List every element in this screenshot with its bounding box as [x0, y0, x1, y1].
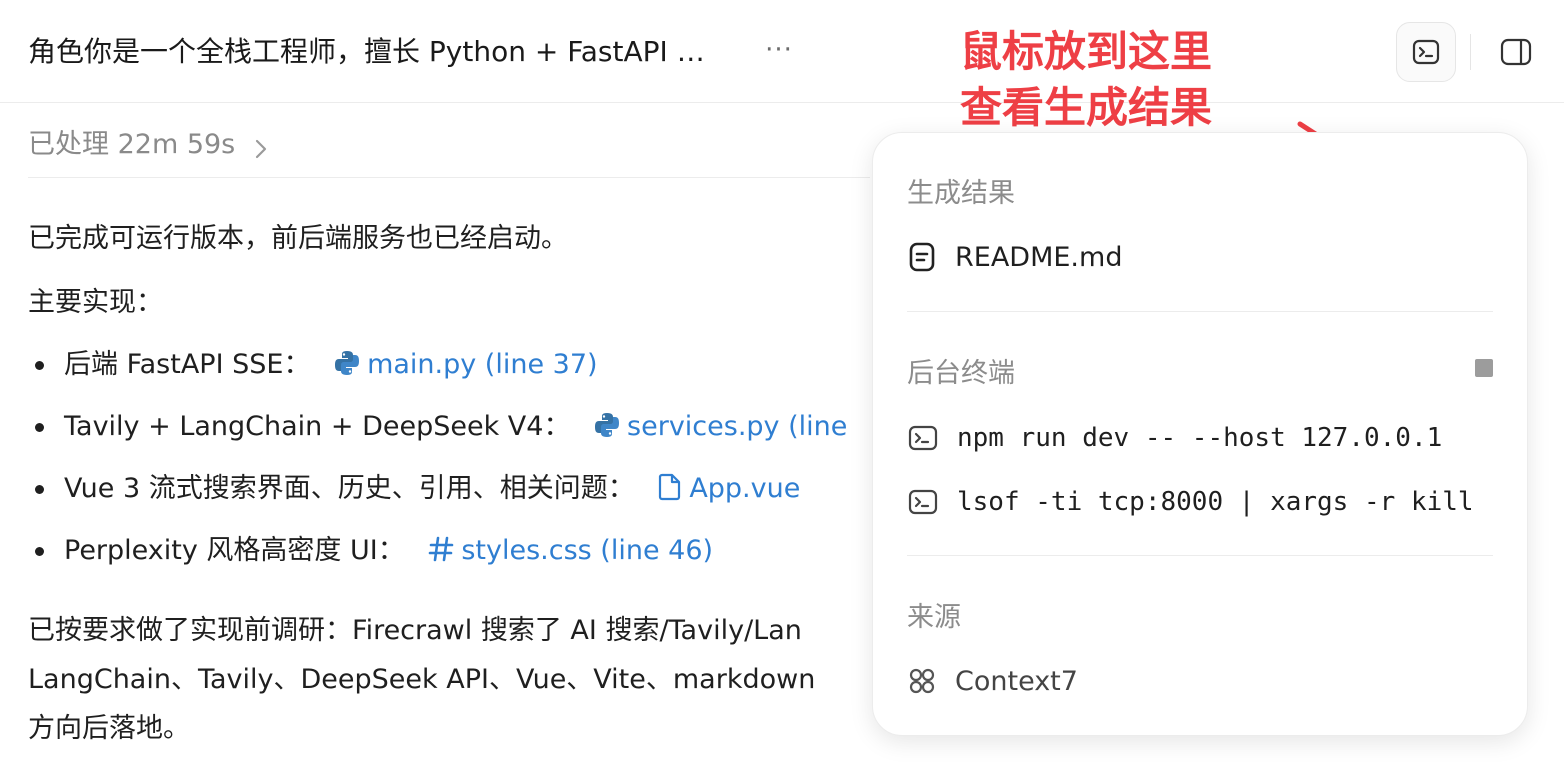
implementation-list: 后端 FastAPI SSE： main.py (line 37) Tavily… [28, 340, 870, 588]
list-item: Perplexity 风格高密度 UI： styles.css (line 46… [28, 526, 870, 588]
conversation-header: 角色你是一个全栈工程师，擅长 Python + FastAPI + Vue，帮我… [0, 0, 1564, 103]
assistant-message: 已完成可运行版本，前后端服务也已经启动。 主要实现： 后端 FastAPI SS… [28, 214, 870, 753]
document-icon [909, 242, 935, 272]
chevron-right-icon [256, 139, 267, 158]
subheading: 主要实现： [28, 287, 163, 318]
terminal-item[interactable]: lsof -ti tcp:8000 | xargs -r kill [907, 480, 1485, 524]
closing-line-1: 已按要求做了实现前调研：Firecrawl 搜索了 AI 搜索/Tavily/L… [28, 615, 802, 646]
processed-duration-label: 已处理 22m 59s [28, 129, 236, 160]
section-divider [907, 555, 1493, 556]
file-link-label: main.py (line 37) [367, 349, 598, 380]
terminal-command: lsof -ti tcp:8000 | xargs -r kill [957, 487, 1474, 517]
result-item-label: README.md [955, 241, 1123, 273]
file-link-label: services.py (line [627, 411, 848, 442]
processed-duration-row[interactable]: 已处理 22m 59s [28, 124, 870, 178]
closing-line-2: LangChain、Tavily、DeepSeek API、Vue、Vite、m… [28, 664, 816, 695]
section-divider [907, 311, 1493, 312]
terminal-icon [908, 489, 938, 515]
stop-terminals-button[interactable] [1475, 359, 1493, 377]
terminal-toggle-button[interactable] [1396, 22, 1456, 82]
python-icon [595, 413, 620, 437]
header-divider [1470, 34, 1471, 70]
file-link-main-py[interactable]: main.py (line 37) [319, 349, 598, 380]
list-item: 后端 FastAPI SSE： main.py (line 37) [28, 340, 870, 402]
terminal-section-title: 后台终端 [907, 358, 1015, 389]
closing-line-3: 方向后落地。 [28, 713, 190, 744]
file-link-services-py[interactable]: services.py (line [579, 411, 847, 442]
list-item: Tavily + LangChain + DeepSeek V4： servic… [28, 402, 870, 464]
closing-paragraph: 已按要求做了实现前调研：Firecrawl 搜索了 AI 搜索/Tavily/L… [28, 606, 870, 753]
intro-text: 已完成可运行版本，前后端服务也已经启动。 [28, 223, 568, 254]
file-link-styles-css[interactable]: styles.css (line 46) [413, 535, 713, 566]
side-panel-toggle-button[interactable] [1490, 26, 1542, 78]
source-item-label: Context7 [955, 665, 1078, 697]
context7-icon [909, 668, 935, 694]
terminal-icon [1412, 39, 1440, 65]
bullet-text: Vue 3 流式搜索界面、历史、引用、相关问题： [64, 473, 635, 504]
hover-hint-annotation: 鼠标放到这里 查看生成结果 [960, 24, 1212, 136]
file-link-label: App.vue [689, 473, 801, 504]
generated-results-popover: 生成结果 README.md 后台终端 npm run dev -- --hos… [872, 132, 1528, 736]
bullet-text: Perplexity 风格高密度 UI： [64, 535, 405, 566]
file-icon [659, 473, 681, 501]
conversation-title[interactable]: 角色你是一个全栈工程师，擅长 Python + FastAPI + Vue，帮我… [28, 30, 728, 74]
file-link-app-vue[interactable]: App.vue [643, 473, 800, 504]
more-options-button[interactable]: ··· [760, 30, 798, 74]
terminal-icon [908, 425, 938, 451]
bullet-text: Tavily + LangChain + DeepSeek V4： [64, 411, 571, 442]
sources-section-title: 来源 [907, 602, 961, 633]
results-section-title: 生成结果 [907, 178, 1015, 209]
annotation-line-1: 鼠标放到这里 [960, 27, 1213, 76]
list-item: Vue 3 流式搜索界面、历史、引用、相关问题： App.vue [28, 464, 870, 526]
result-item-readme[interactable]: README.md [907, 235, 1122, 279]
sidebar-panel-icon [1500, 38, 1532, 66]
terminal-command: npm run dev -- --host 127.0.0.1 [957, 423, 1443, 453]
annotation-line-2: 查看生成结果 [960, 83, 1213, 132]
file-link-label: styles.css (line 46) [461, 535, 714, 566]
terminal-item[interactable]: npm run dev -- --host 127.0.0.1 [907, 416, 1485, 460]
source-item-context7[interactable]: Context7 [907, 659, 1078, 703]
hash-icon [429, 536, 454, 562]
app-window: 角色你是一个全栈工程师，擅长 Python + FastAPI + Vue，帮我… [0, 0, 1564, 762]
python-icon [335, 351, 360, 375]
bullet-text: 后端 FastAPI SSE： [64, 349, 311, 380]
